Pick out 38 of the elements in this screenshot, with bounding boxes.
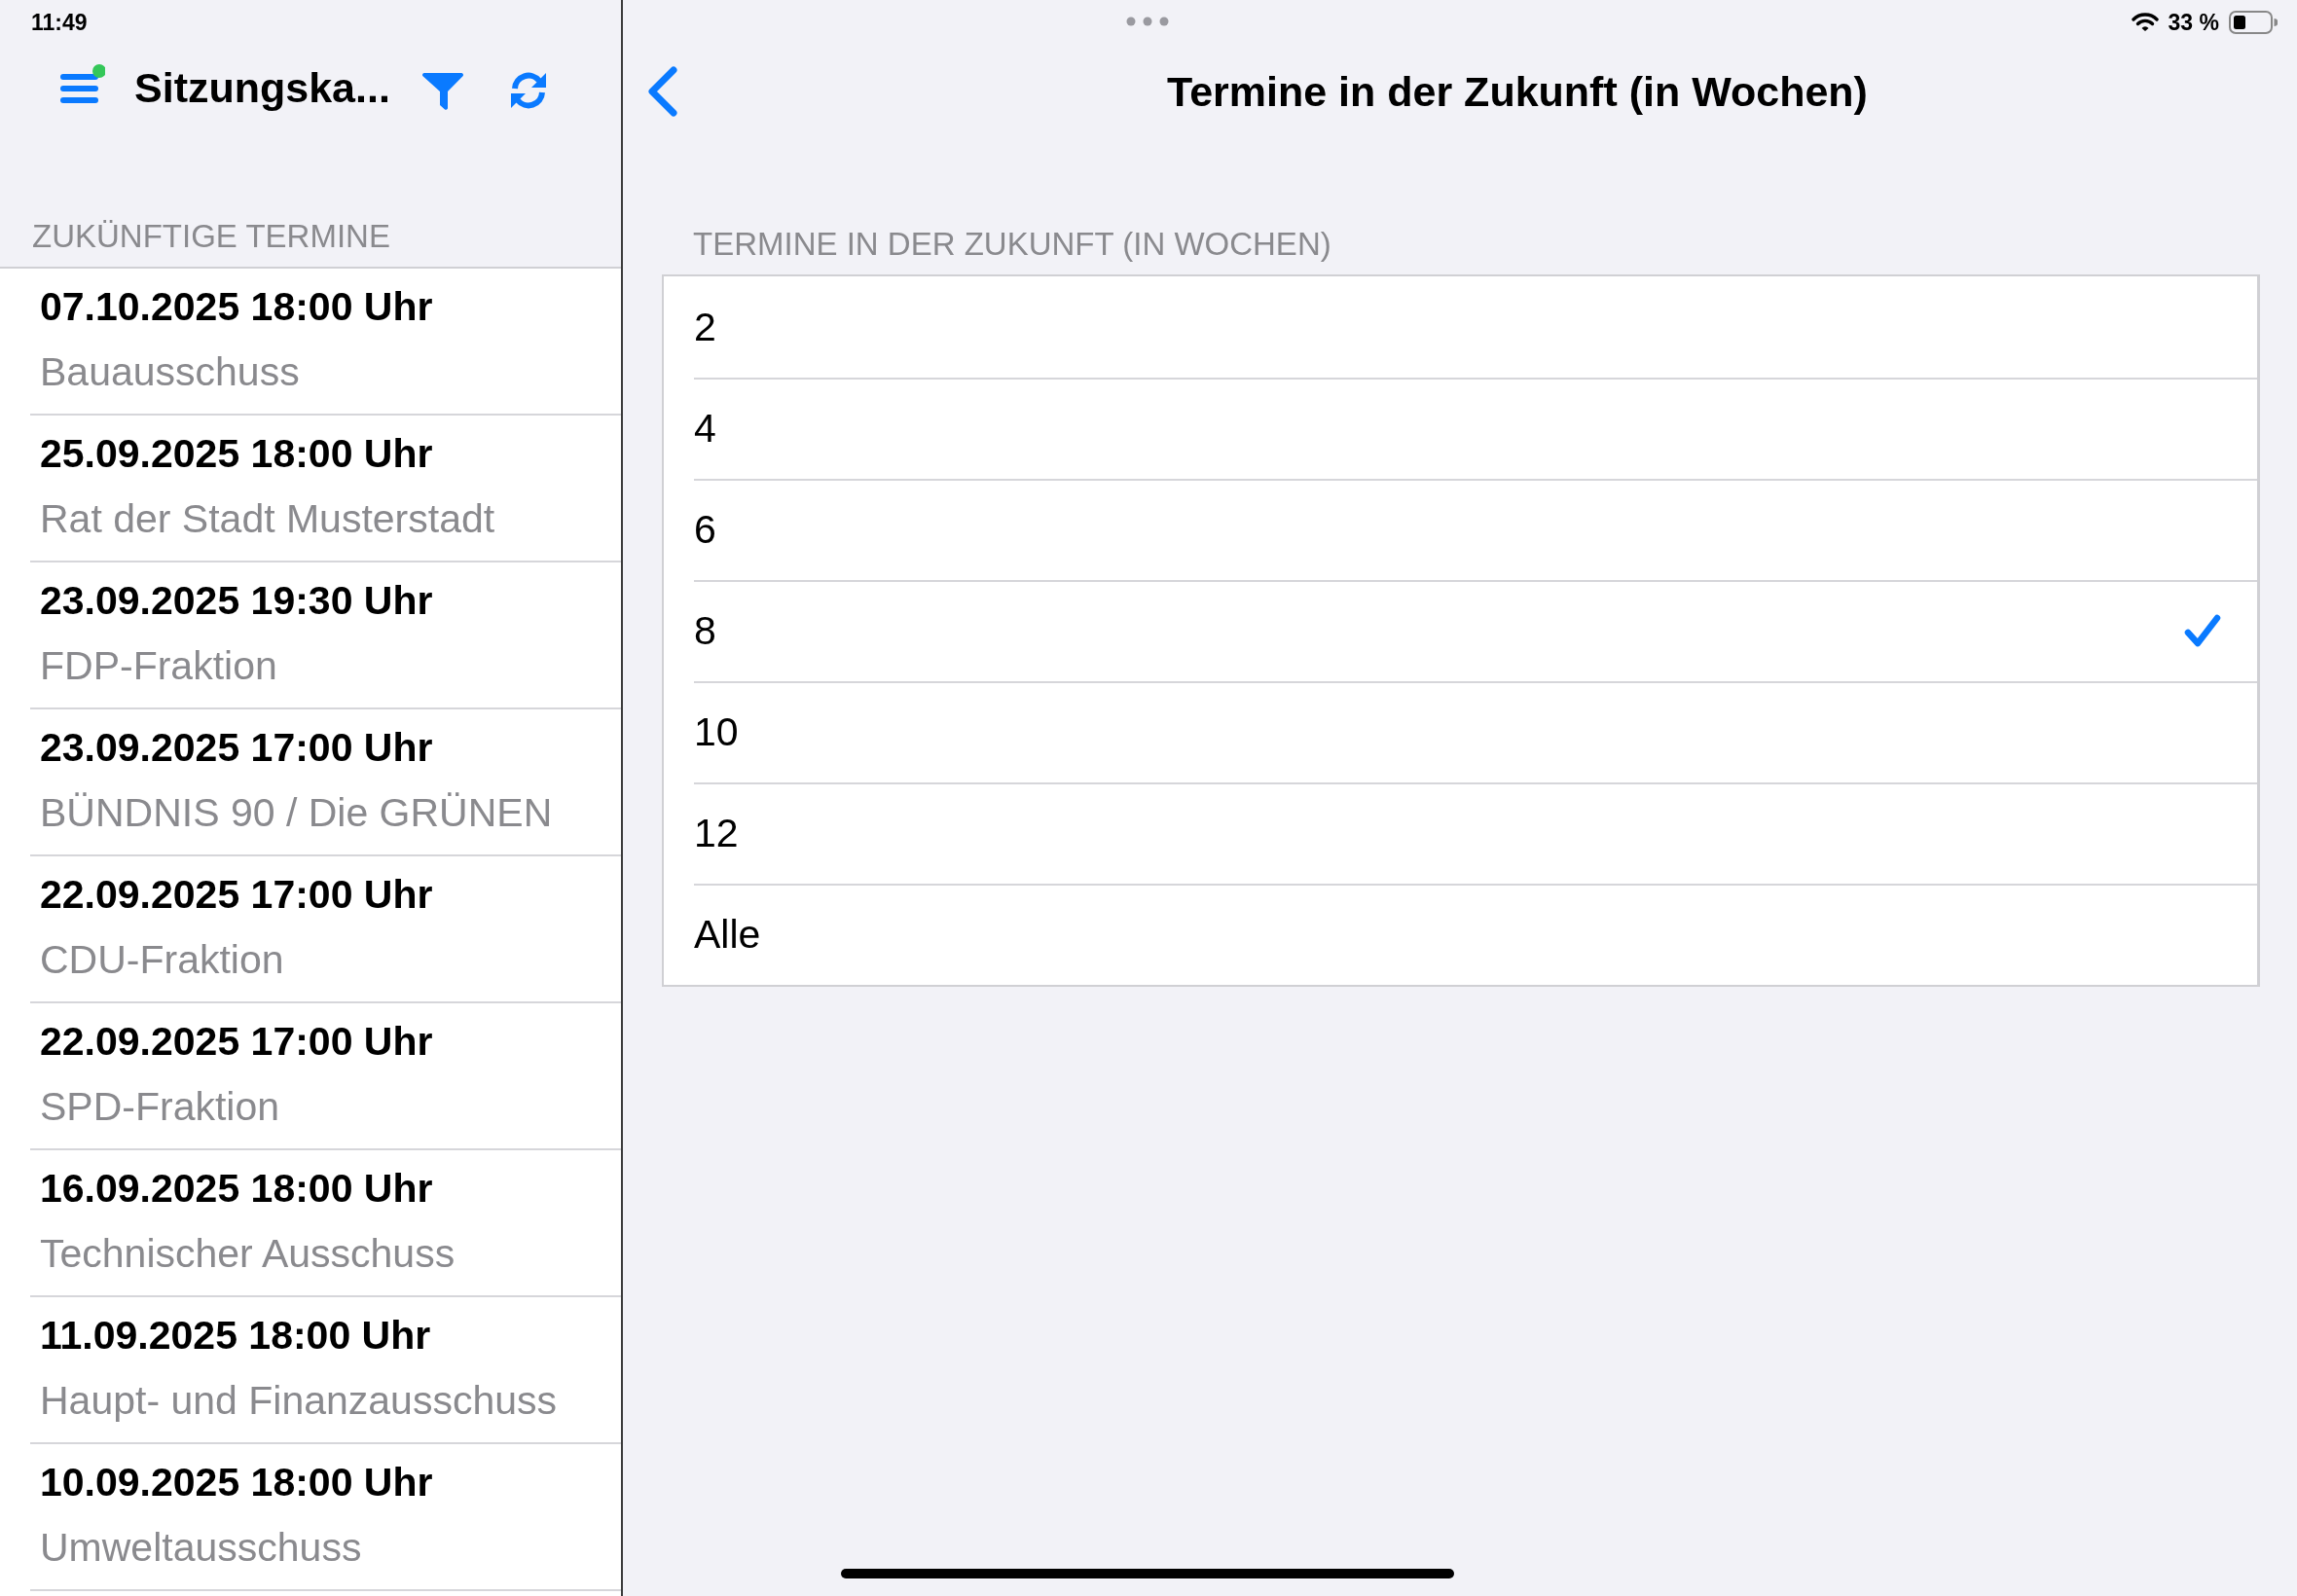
appointment-date[interactable]: 16.09.2025 18:00 Uhr xyxy=(40,1166,433,1212)
week-option[interactable]: 4 xyxy=(664,378,2257,479)
battery-icon xyxy=(2229,11,2278,34)
status-time: 11:49 xyxy=(31,9,88,36)
refresh-icon xyxy=(508,70,549,111)
back-button[interactable] xyxy=(646,66,679,117)
more-dots-icon[interactable] xyxy=(1126,17,1169,26)
panel-title: Sitzungska... xyxy=(134,64,389,112)
week-option[interactable]: 10 xyxy=(664,681,2257,782)
filter-icon xyxy=(422,70,463,111)
section-header: TERMINE IN DER ZUKUNFT (IN WOCHEN) xyxy=(693,226,1331,263)
week-option[interactable]: 8 xyxy=(664,580,2257,681)
week-option[interactable]: 6 xyxy=(664,479,2257,580)
page-title: Termine in der Zukunft (in Wochen) xyxy=(1167,68,1868,115)
appointment-date[interactable]: 22.09.2025 17:00 Uhr xyxy=(40,872,433,918)
week-option[interactable]: 12 xyxy=(664,782,2257,884)
week-option[interactable]: 2 xyxy=(664,276,2257,378)
option-label: 8 xyxy=(694,607,716,654)
appointment-date[interactable]: 23.09.2025 17:00 Uhr xyxy=(40,725,433,771)
wifi-icon xyxy=(2131,13,2159,32)
filter-button[interactable] xyxy=(422,70,463,111)
option-label: Alle xyxy=(694,911,761,958)
refresh-button[interactable] xyxy=(508,70,549,111)
appointment-date[interactable]: 11.09.2025 18:00 Uhr xyxy=(40,1313,431,1359)
option-label: 10 xyxy=(694,708,739,755)
option-label: 12 xyxy=(694,810,739,856)
appointment-date[interactable]: 22.09.2025 17:00 Uhr xyxy=(40,1019,433,1065)
back-chevron-icon xyxy=(646,66,679,117)
option-label: 2 xyxy=(694,304,716,350)
appointment-date[interactable]: 10.09.2025 18:00 Uhr xyxy=(40,1460,433,1505)
week-option[interactable]: Alle xyxy=(664,884,2257,985)
option-label: 4 xyxy=(694,405,716,452)
appointment-date[interactable]: 07.10.2025 18:00 Uhr xyxy=(40,284,433,330)
option-label: 6 xyxy=(694,506,716,553)
section-header: ZUKÜNFTIGE TERMINE xyxy=(32,218,390,255)
battery-percentage: 33 % xyxy=(2168,9,2219,36)
appointment-date[interactable]: 25.09.2025 18:00 Uhr xyxy=(40,431,433,477)
appointment-date[interactable]: 23.09.2025 19:30 Uhr xyxy=(40,578,433,624)
